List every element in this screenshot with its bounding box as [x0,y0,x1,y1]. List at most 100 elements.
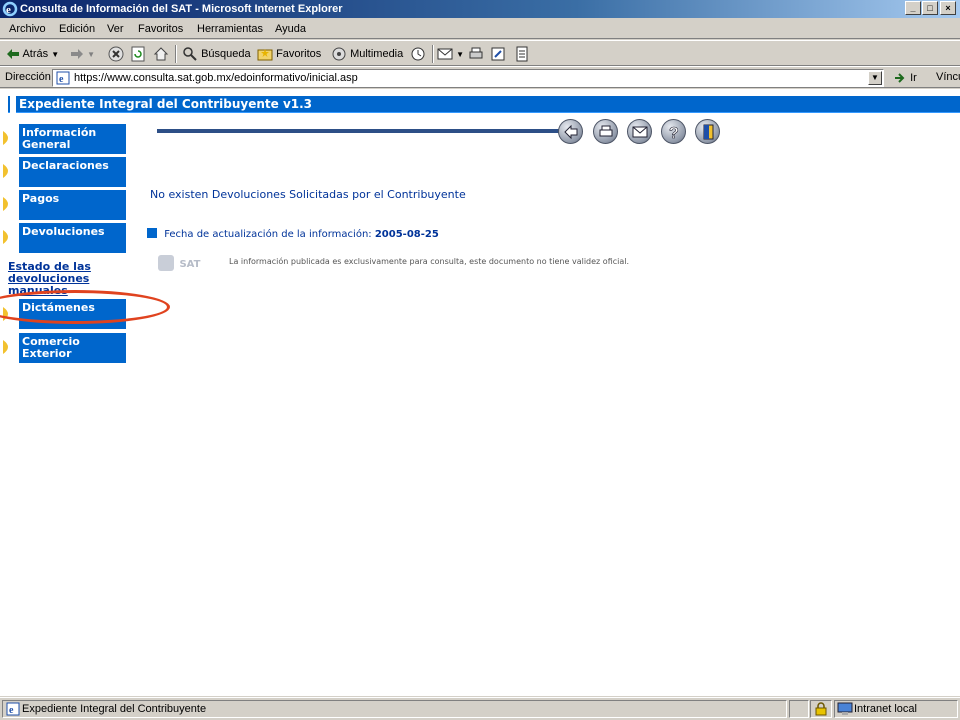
svg-text:e: e [6,4,11,16]
menu-edicion[interactable]: Edición [57,19,97,39]
printer-icon [599,125,613,137]
page-content: Expediente Integral del Contribuyente v1… [0,89,960,696]
search-icon [183,47,197,61]
nav-declaraciones[interactable]: Declaraciones [19,157,126,187]
mail-icon [632,126,648,138]
svg-text:?: ? [669,125,679,141]
status-bar: e Expediente Integral del Contribuyente … [0,697,960,720]
toolbar-separator [432,45,434,63]
history-button[interactable] [410,44,426,64]
browser-window: e Consulta de Información del SAT - Micr… [0,0,960,720]
svg-text:e: e [59,74,64,85]
refresh-button[interactable] [130,44,146,64]
nav-bullet-icon [3,164,8,178]
update-date: 2005-08-25 [374,229,439,240]
edit-icon [491,47,505,61]
nav-bullet-icon [3,230,8,244]
highlight-annotation [0,290,170,324]
mail-action-button[interactable] [627,119,652,144]
mail-button[interactable]: ▼ [437,44,464,64]
search-button[interactable]: Búsqueda [182,44,251,64]
svg-text:e: e [9,705,14,716]
menu-ayuda[interactable]: Ayuda [273,19,308,39]
menu-archivo[interactable]: Archivo [7,19,48,39]
back-action-button[interactable] [558,119,583,144]
menu-herramientas[interactable]: Herramientas [195,19,265,39]
address-bar: Dirección e https://www.consulta.sat.gob… [0,66,960,88]
history-icon [411,47,425,61]
multimedia-label: Multimedia [350,48,404,60]
help-action-button[interactable]: ? [661,119,686,144]
go-arrow-icon [895,73,905,83]
page-title: Expediente Integral del Contribuyente v1… [19,97,313,111]
address-input[interactable]: e https://www.consulta.sat.gob.mx/edoinf… [52,69,884,87]
intranet-icon [837,702,853,715]
exit-door-icon [703,124,714,140]
disclaimer-text: La información publicada es exclusivamen… [229,257,630,266]
toolbar-separator [175,45,177,63]
back-arrow-icon [564,124,578,140]
menu-bar: Archivo Edición Ver Favoritos Herramient… [0,19,960,39]
forward-arrow-icon [71,49,83,60]
nav-comercio-exterior[interactable]: Comercio Exterior [19,333,126,363]
close-button[interactable]: × [940,1,956,15]
sat-logo-icon [158,255,174,271]
sat-logo: SAT [158,255,200,271]
menu-ver[interactable]: Ver [105,19,126,39]
menu-favoritos[interactable]: Favoritos [136,19,185,39]
nav-devoluciones[interactable]: Devoluciones [19,223,126,253]
page-header: Expediente Integral del Contribuyente v1… [8,96,960,113]
forward-button[interactable]: ▼ [70,44,95,64]
links-label[interactable]: Vínculos [936,71,960,83]
update-date-row: Fecha de actualización de la información… [147,228,439,240]
update-label: Fecha de actualización de la información… [164,229,372,240]
nav-bullet-icon [3,131,8,145]
address-dropdown-button[interactable]: ▼ [868,71,882,85]
nav-bullet-icon [3,197,8,211]
window-title: Consulta de Información del SAT - Micros… [20,3,343,15]
exit-action-button[interactable] [695,119,720,144]
blue-square-bullet-icon [147,228,157,238]
title-bar: e Consulta de Información del SAT - Micr… [0,0,960,18]
favorites-button[interactable]: Favoritos [257,44,321,64]
no-refunds-message: No existen Devoluciones Solicitadas por … [150,188,466,201]
lock-icon [815,702,827,716]
print-button[interactable] [468,44,484,64]
back-button[interactable]: Atrás ▼ [6,44,59,64]
page-icon: e [56,71,70,85]
address-url: https://www.consulta.sat.gob.mx/edoinfor… [74,72,358,84]
multimedia-button[interactable]: Multimedia [331,44,403,64]
stop-icon [108,46,124,62]
go-button[interactable]: Ir [893,68,917,88]
minimize-button[interactable]: _ [905,1,921,15]
page-icon: e [6,702,20,716]
discuss-button[interactable] [514,44,530,64]
sat-logo-text: SAT [179,259,201,270]
maximize-button[interactable]: □ [922,1,938,15]
nav-pagos[interactable]: Pagos [19,190,126,220]
address-label: Dirección [5,71,51,83]
toolbar: Atrás ▼ ▼ Búsqueda Favoritos Multimedia [0,40,960,66]
refresh-icon [131,46,145,62]
printer-icon [469,47,483,59]
multimedia-icon [332,47,346,61]
ie-logo-icon: e [2,1,18,17]
document-icon [516,46,528,62]
help-icon: ? [669,125,679,141]
nav-informacion-general[interactable]: Información General [19,124,126,154]
go-label: Ir [910,72,917,84]
mail-dropdown-icon [437,48,453,60]
action-bar-line [157,129,567,133]
back-label: Atrás [22,48,49,60]
status-cell-lock [810,700,832,718]
status-text-panel: e Expediente Integral del Contribuyente [2,700,787,718]
security-zone-panel: Intranet local [834,700,958,718]
back-arrow-icon [7,49,19,60]
stop-button[interactable] [108,44,124,64]
nav-bullet-icon [3,340,8,354]
header-accent [10,96,16,113]
print-action-button[interactable] [593,119,618,144]
home-button[interactable] [153,44,169,64]
edit-button[interactable] [490,44,506,64]
favorites-icon [257,49,273,61]
